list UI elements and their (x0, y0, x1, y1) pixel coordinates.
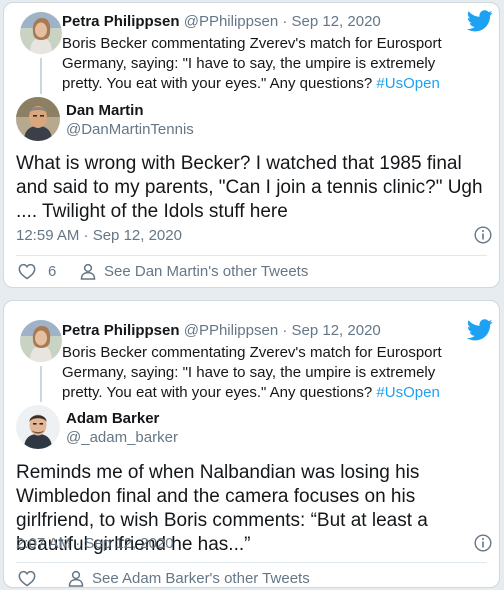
like-count: 6 (48, 263, 57, 280)
tweet-card[interactable]: Petra Philippsen @PPhilippsen · Sep 12, … (3, 2, 500, 288)
person-icon (68, 570, 84, 587)
author-handle[interactable]: @_adam_barker (66, 429, 178, 446)
quoted-tweet-text: Boris Becker commentating Zverev's match… (62, 34, 462, 94)
divider (16, 255, 487, 256)
thread-connector (40, 58, 42, 94)
see-other-tweets-link[interactable]: See Dan Martin's other Tweets (80, 263, 308, 280)
tweet-card[interactable]: Petra Philippsen @PPhilippsen · Sep 12, … (3, 300, 500, 588)
author-name[interactable]: Dan Martin (66, 102, 144, 119)
quoted-author-handle[interactable]: @PPhilippsen (184, 13, 278, 30)
quoted-tweet-date[interactable]: Sep 12, 2020 (292, 13, 381, 30)
like-button[interactable] (18, 570, 44, 587)
thread-connector (40, 366, 42, 402)
tweet-timestamp[interactable]: 2:07 AM · Sep 12, 2020 (16, 535, 174, 552)
tweet-timestamp[interactable]: 12:59 AM · Sep 12, 2020 (16, 227, 182, 244)
separator-dot: · (282, 322, 288, 339)
like-button[interactable]: 6 (18, 263, 56, 280)
divider (16, 562, 487, 563)
quoted-author-avatar[interactable] (20, 320, 62, 362)
author-avatar[interactable] (16, 97, 60, 141)
see-other-tweets-label: See Adam Barker's other Tweets (92, 570, 310, 587)
author-avatar[interactable] (16, 405, 60, 449)
separator-dot: · (282, 13, 288, 30)
tweet-text: What is wrong with Becker? I watched tha… (16, 153, 483, 222)
info-circle-icon[interactable] (474, 534, 492, 552)
quoted-author-avatar[interactable] (20, 12, 62, 54)
quoted-tweet-header: Petra Philippsen @PPhilippsen · Sep 12, … (62, 13, 381, 30)
quoted-tweet-header: Petra Philippsen @PPhilippsen · Sep 12, … (62, 322, 381, 339)
heart-icon (18, 263, 36, 280)
quoted-tweet-date[interactable]: Sep 12, 2020 (292, 322, 381, 339)
heart-icon (18, 570, 36, 587)
quoted-author-name[interactable]: Petra Philippsen (62, 322, 180, 339)
author-name[interactable]: Adam Barker (66, 410, 159, 427)
quoted-author-handle[interactable]: @PPhilippsen (184, 322, 278, 339)
hashtag-link[interactable]: #UsOpen (376, 75, 439, 92)
twitter-bird-icon[interactable] (467, 10, 493, 32)
see-other-tweets-link[interactable]: See Adam Barker's other Tweets (68, 570, 310, 587)
author-handle[interactable]: @DanMartinTennis (66, 121, 194, 138)
person-icon (80, 263, 96, 280)
twitter-bird-icon[interactable] (467, 319, 493, 341)
see-other-tweets-label: See Dan Martin's other Tweets (104, 263, 309, 280)
quoted-author-name[interactable]: Petra Philippsen (62, 13, 180, 30)
hashtag-link[interactable]: #UsOpen (376, 384, 439, 401)
quoted-tweet-text: Boris Becker commentating Zverev's match… (62, 343, 462, 403)
info-circle-icon[interactable] (474, 226, 492, 244)
